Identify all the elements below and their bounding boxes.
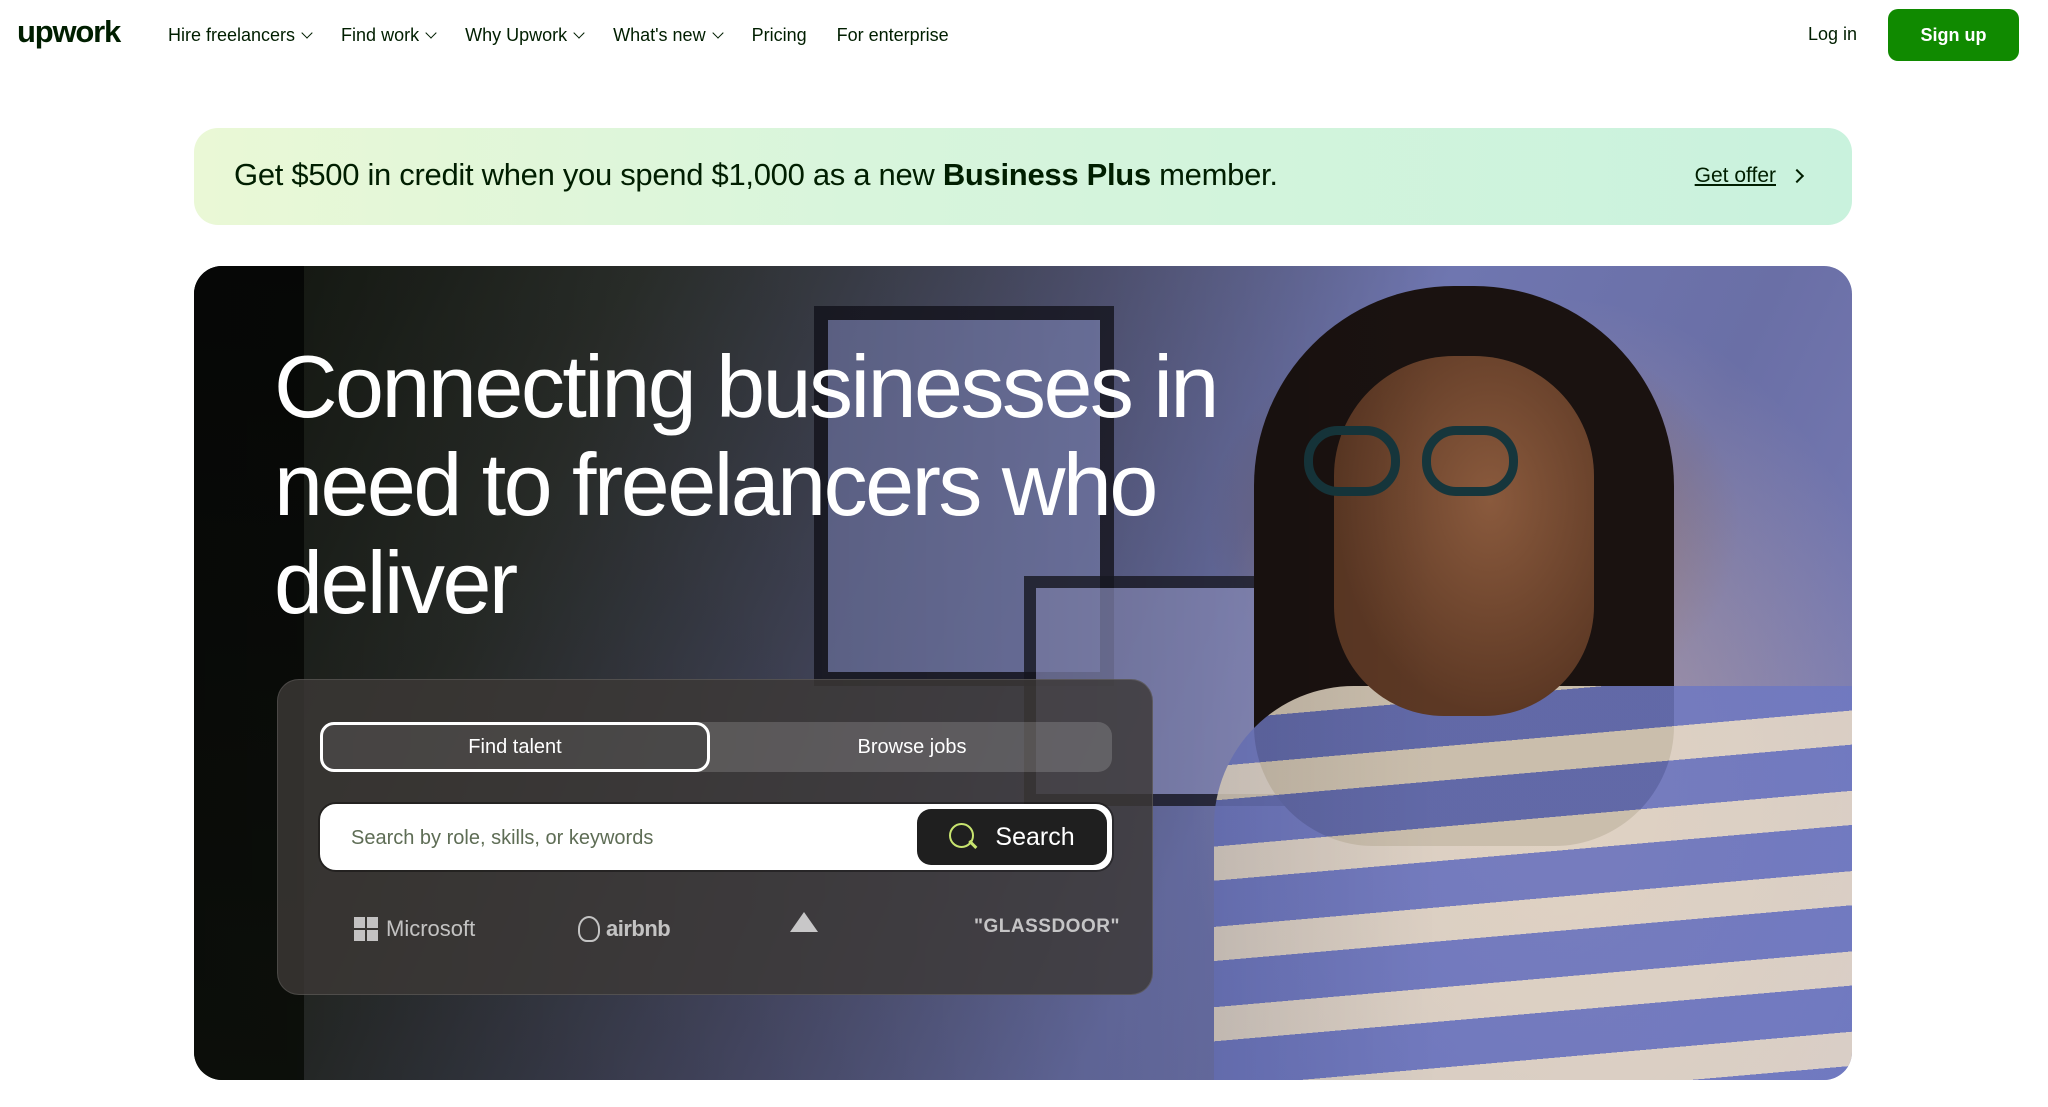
search-icon: [949, 823, 977, 851]
main-nav: Hire freelancers Find work Why Upwork Wh…: [168, 0, 979, 70]
promo-text: Get $500 in credit when you spend $1,000…: [234, 157, 1278, 193]
hero-section: Connecting businesses in need to freelan…: [194, 266, 1852, 1080]
tab-browse-jobs[interactable]: Browse jobs: [712, 722, 1112, 772]
nav-hire-freelancers[interactable]: Hire freelancers: [168, 24, 313, 46]
nav-whats-new[interactable]: What's new: [613, 24, 724, 46]
tab-find-talent[interactable]: Find talent: [320, 722, 710, 772]
nav-item-label: Why Upwork: [465, 24, 568, 45]
nav-item-label: What's new: [613, 24, 706, 45]
chevron-down-icon: [573, 27, 585, 39]
bissell-mark-icon: [790, 912, 818, 932]
search-mode-tabs: Find talent Browse jobs: [320, 722, 1112, 772]
search-card: Find talent Browse jobs Search Microsoft…: [277, 679, 1153, 995]
nav-item-label: For enterprise: [836, 24, 949, 45]
upwork-logo[interactable]: upwork: [17, 14, 121, 50]
airbnb-logo: airbnb: [578, 916, 671, 942]
hero-title: Connecting businesses in need to freelan…: [274, 337, 1219, 632]
top-navigation-bar: upwork Hire freelancers Find work Why Up…: [0, 0, 2048, 70]
search-bar: Search: [320, 804, 1112, 870]
nav-pricing[interactable]: Pricing: [752, 25, 807, 46]
nav-why-upwork[interactable]: Why Upwork: [465, 24, 585, 46]
promo-banner: Get $500 in credit when you spend $1,000…: [194, 128, 1852, 225]
signup-button[interactable]: Sign up: [1888, 9, 2019, 61]
brand-name: Microsoft: [386, 916, 476, 941]
nav-find-work[interactable]: Find work: [341, 24, 437, 46]
nav-for-enterprise[interactable]: For enterprise: [837, 25, 949, 46]
bissell-logo: [790, 912, 818, 932]
search-button[interactable]: Search: [917, 809, 1107, 865]
brand-name: airbnb: [606, 916, 671, 941]
search-button-label: Search: [995, 822, 1075, 851]
promo-text-end: member.: [1150, 157, 1278, 192]
brand-name: "GLASSDOOR": [974, 916, 1120, 937]
nav-item-label: Find work: [341, 24, 420, 45]
chevron-down-icon: [301, 27, 313, 39]
trusted-by-logos: Microsoft airbnb "GLASSDOOR": [320, 912, 1119, 952]
get-offer-link[interactable]: Get offer: [1694, 164, 1805, 188]
glassdoor-logo: "GLASSDOOR": [974, 916, 1120, 938]
get-offer-label: Get offer: [1694, 164, 1776, 187]
search-input[interactable]: [351, 821, 911, 855]
chevron-down-icon: [711, 27, 724, 39]
nav-item-label: Hire freelancers: [168, 24, 296, 45]
nav-item-label: Pricing: [751, 24, 807, 45]
microsoft-logo: Microsoft: [354, 916, 475, 942]
promo-text-bold: Business Plus: [942, 157, 1151, 192]
promo-text-start: Get $500 in credit when you spend $1,000…: [234, 157, 943, 192]
windows-icon: [354, 917, 378, 941]
login-link[interactable]: Log in: [1808, 24, 1857, 45]
airbnb-belo-icon: [578, 916, 600, 942]
chevron-down-icon: [425, 27, 437, 39]
chevron-right-icon: [1789, 168, 1805, 184]
